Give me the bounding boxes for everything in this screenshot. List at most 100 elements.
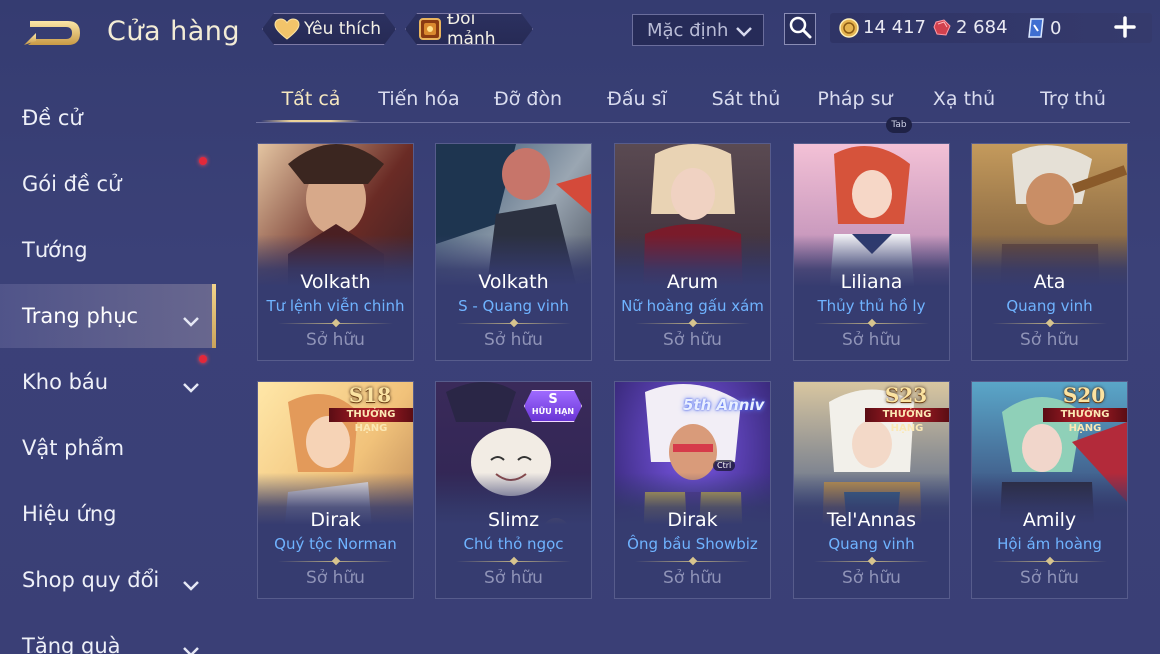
sidebar-item-recommended-packs[interactable]: Gói đề cử	[0, 152, 216, 216]
currency-bar: 14 417 2 684 0	[830, 13, 1152, 43]
skin-name: Nữ hoàng gấu xám	[621, 297, 764, 315]
skin-card[interactable]: Volkath Tư lệnh viễn chinh Sở hữu	[257, 143, 414, 361]
tab-assassin[interactable]: Sát thủ	[696, 88, 796, 122]
hero-name: Arum	[666, 271, 719, 293]
ownership-status: Sở hữu	[1020, 568, 1079, 588]
hero-name: Liliana	[840, 271, 903, 293]
sidebar-item-items[interactable]: Vật phẩm	[0, 416, 216, 480]
season-label: S18	[348, 383, 392, 407]
sidebar-item-label: Tướng	[22, 238, 88, 262]
hero-name: Tel'Annas	[826, 509, 917, 531]
ruby-amount: 2 684	[956, 17, 1008, 38]
ownership-status: Sở hữu	[842, 330, 901, 350]
season-label: S23	[884, 383, 928, 407]
ruby-icon	[932, 18, 952, 38]
gold-coin-icon	[839, 17, 859, 38]
hero-name: Volkath	[478, 271, 549, 293]
sidebar-item-label: Gói đề cử	[22, 172, 122, 196]
sidebar-item-label: Tăng quà	[22, 634, 121, 654]
skin-card[interactable]: S18 THƯỞNG HẠNG Dirak Quý tộc Norman Sở …	[257, 381, 414, 599]
sort-dropdown[interactable]: Mặc định	[632, 14, 764, 46]
skin-name: Quang vinh	[1006, 297, 1093, 315]
sidebar-item-heroes[interactable]: Tướng	[0, 218, 216, 282]
tab-marksman[interactable]: Xạ thủ	[914, 88, 1014, 122]
notification-dot	[199, 157, 207, 165]
chevron-down-icon	[182, 573, 200, 597]
skin-card[interactable]: Volkath S - Quang vinh Sở hữu	[435, 143, 592, 361]
skin-card[interactable]: Arum Nữ hoàng gấu xám Sở hữu	[614, 143, 771, 361]
sidebar-item-label: Đề cử	[22, 106, 83, 130]
limited-edition-badge: S HỮU HẠN	[524, 390, 582, 422]
skin-name: Quý tộc Norman	[274, 535, 397, 553]
gold-currency: 14 417	[839, 17, 926, 38]
chevron-down-icon	[182, 309, 200, 333]
skin-name: Tư lệnh viễn chinh	[266, 297, 405, 315]
season-label: S20	[1062, 383, 1106, 407]
sidebar-item-gifts[interactable]: Tăng quà	[0, 614, 216, 654]
sidebar-item-exchange-shop[interactable]: Shop quy đổi	[0, 548, 216, 612]
tab-fighter[interactable]: Đấu sĩ	[587, 88, 687, 122]
voucher-amount: 0	[1050, 17, 1062, 39]
top-bar: Cửa hàng Yêu thích Đổi mảnh Mặc định 14 …	[0, 0, 1160, 62]
favorites-label: Yêu thích	[304, 19, 382, 39]
skin-card[interactable]: S20 THƯỞNG HẠNG Amily Hội ám hoàng Sở hữ…	[971, 381, 1128, 599]
skin-card[interactable]: Liliana Thủy thủ hồ ly Sở hữu	[793, 143, 950, 361]
ownership-status: Sở hữu	[484, 568, 543, 588]
page-title: Cửa hàng	[107, 16, 241, 47]
fragments-label: Đổi mảnh	[447, 9, 496, 49]
skin-name: S - Quang vinh	[458, 297, 569, 315]
rank-reward-label: THƯỞNG HẠNG	[865, 408, 949, 434]
exchange-fragments-button[interactable]: Đổi mảnh	[405, 13, 533, 45]
ownership-status: Sở hữu	[663, 330, 722, 350]
plus-icon[interactable]	[1114, 16, 1136, 38]
skin-card[interactable]: S HỮU HẠN Slimz Chú thỏ ngọc Sở hữu	[435, 381, 592, 599]
chevron-down-icon	[182, 375, 200, 399]
rank-reward-label: THƯỞNG HẠNG	[329, 408, 413, 434]
skin-name: Hội ám hoàng	[997, 535, 1102, 553]
sidebar-item-label: Shop quy đổi	[22, 568, 160, 592]
skin-name: Quang vinh	[828, 535, 915, 553]
hero-name: Slimz	[487, 509, 540, 531]
ctrl-key-hint: Ctrl	[713, 460, 736, 471]
skin-name: Ông bầu Showbiz	[627, 535, 758, 553]
gold-amount: 14 417	[863, 17, 926, 38]
ownership-status: Sở hữu	[306, 330, 365, 350]
sidebar-item-effects[interactable]: Hiệu ứng	[0, 482, 216, 546]
sort-value: Mặc định	[647, 19, 729, 41]
tab-evolution[interactable]: Tiến hóa	[369, 88, 469, 122]
hero-name: Dirak	[667, 509, 718, 531]
voucher-icon	[1026, 17, 1046, 39]
hero-name: Ata	[1033, 271, 1066, 293]
favorites-button[interactable]: Yêu thích	[262, 13, 396, 45]
rank-reward-label: THƯỞNG HẠNG	[1043, 408, 1127, 434]
sidebar: Đề cử Gói đề cử Tướng Trang phục Kho báu…	[0, 86, 216, 654]
fragment-chest-icon	[417, 16, 443, 42]
tab-support[interactable]: Trợ thủ	[1023, 88, 1123, 122]
sidebar-item-label: Trang phục	[22, 304, 139, 328]
tab-all[interactable]: Tất cả	[261, 88, 361, 123]
skin-card[interactable]: 5th Anniv Ctrl Dirak Ông bầu Showbiz Sở …	[614, 381, 771, 599]
ownership-status: Sở hữu	[306, 568, 365, 588]
tab-key-hint: Tab	[886, 117, 912, 133]
ownership-status: Sở hữu	[484, 330, 543, 350]
ownership-status: Sở hữu	[842, 568, 901, 588]
chevron-down-icon	[182, 639, 200, 654]
sidebar-item-treasure[interactable]: Kho báu	[0, 350, 216, 414]
anniversary-badge: 5th Anniv	[683, 396, 765, 414]
back-arrow-icon[interactable]	[20, 15, 84, 51]
skin-name: Chú thỏ ngọc	[463, 535, 564, 553]
sidebar-item-skins[interactable]: Trang phục	[0, 284, 216, 348]
skin-grid: Volkath Tư lệnh viễn chinh Sở hữu Volkat…	[257, 143, 1132, 654]
skin-card[interactable]: S23 THƯỞNG HẠNG Tel'Annas Quang vinh Sở …	[793, 381, 950, 599]
skin-card[interactable]: Ata Quang vinh Sở hữu	[971, 143, 1128, 361]
chevron-down-icon	[735, 23, 753, 44]
hero-name: Volkath	[300, 271, 371, 293]
hero-name: Amily	[1022, 509, 1077, 531]
heart-icon	[274, 18, 300, 40]
search-icon	[788, 15, 812, 43]
role-tabs: Tất cả Tiến hóa Đỡ đòn Đấu sĩ Sát thủ Ph…	[256, 80, 1130, 124]
sidebar-item-label: Vật phẩm	[22, 436, 125, 460]
tab-tank[interactable]: Đỡ đòn	[478, 88, 578, 122]
sidebar-item-recommended[interactable]: Đề cử	[0, 86, 216, 150]
search-button[interactable]	[784, 13, 816, 45]
